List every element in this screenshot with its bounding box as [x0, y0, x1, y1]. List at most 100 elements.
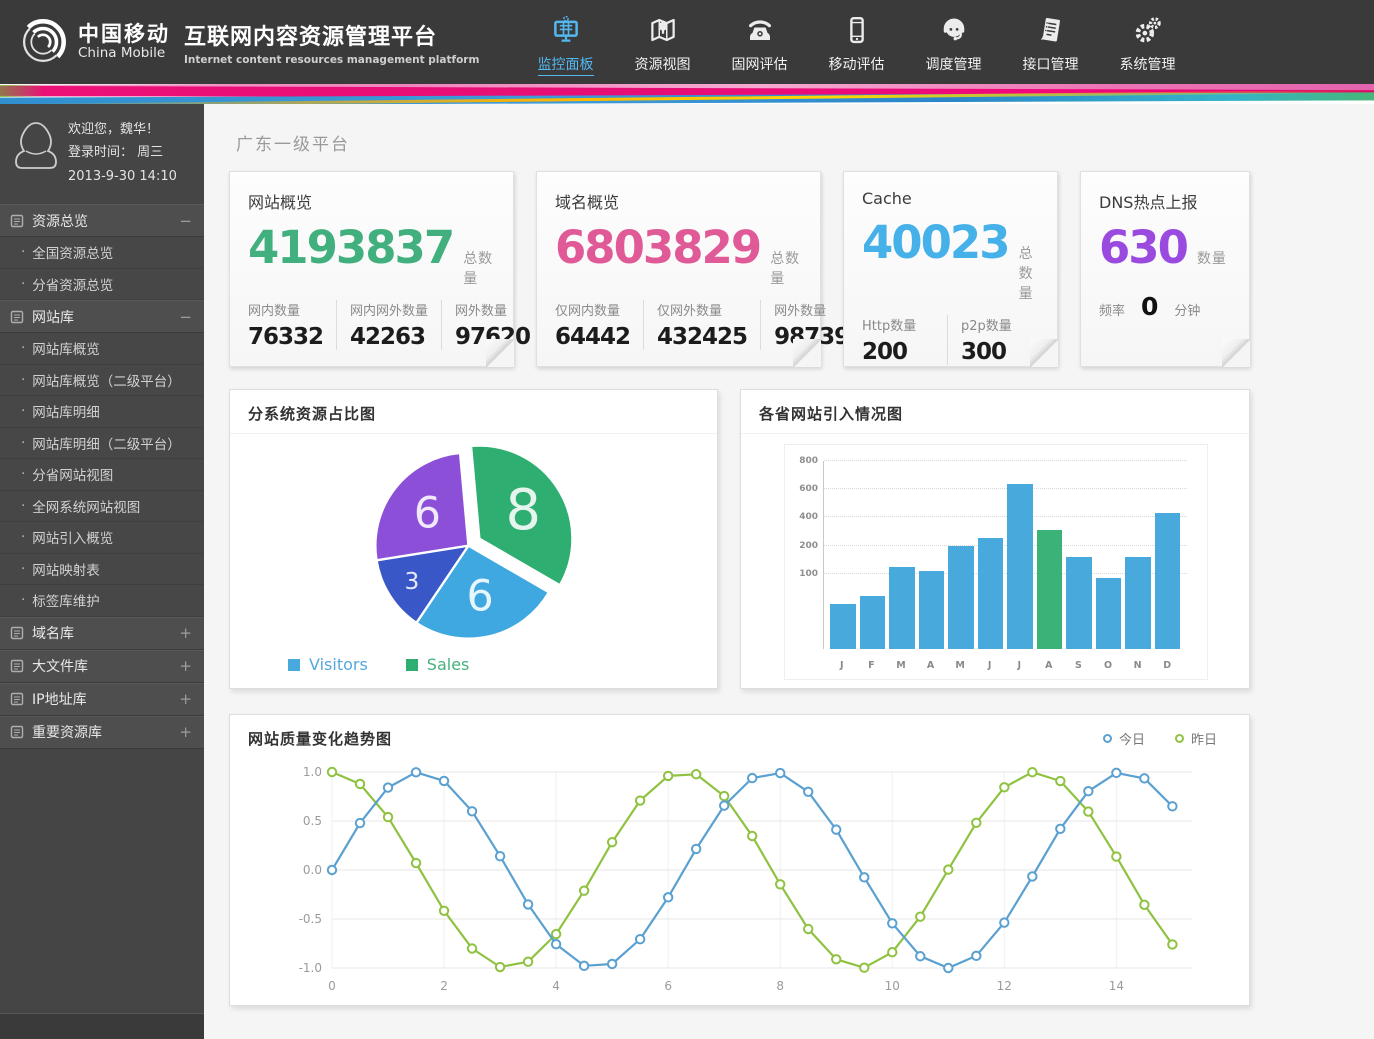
sidebar-item-label: 网站库明细（二级平台） — [32, 433, 181, 453]
expand-icon: + — [179, 690, 192, 708]
stat-card-domain: 域名概览 6803829 总数量 仅网内数量 64442 仅网外数量 43242… — [536, 171, 821, 367]
panel-title: 各省网站引入情况图 — [759, 403, 903, 424]
product-title-block: 互联网内容资源管理平台 Internet content resources m… — [184, 19, 479, 66]
card-title: 网站概览 — [248, 189, 495, 213]
y-tick-label: -1.0 — [299, 961, 322, 975]
sidebar-item[interactable]: ·网站库概览（二级平台） — [0, 365, 204, 397]
gears-icon — [1099, 15, 1196, 47]
sidebar-item[interactable]: ·网站库明细 — [0, 396, 204, 428]
legend-item-昨日[interactable]: 昨日 — [1175, 729, 1217, 748]
data-point — [356, 780, 364, 788]
nav-label: 资源视图 — [635, 54, 691, 74]
sidebar-menu: 资源总览−·全国资源总览·分省资源总览网站库−·网站库概览·网站库概览（二级平台… — [0, 204, 204, 749]
stat-card-cache: Cache 40023 总数量 Http数量 200 p2p数量 300 — [843, 171, 1058, 367]
y-tick-label: 800 — [790, 456, 818, 466]
bars-group — [825, 461, 1185, 649]
data-point — [972, 952, 980, 960]
data-point — [636, 796, 644, 804]
x-tick-label: J — [1006, 660, 1032, 671]
card-total-value: 40023 — [862, 216, 1009, 269]
sidebar-item[interactable]: ·网站库明细（二级平台） — [0, 428, 204, 460]
sidebar-item[interactable]: ·网站引入概览 — [0, 522, 204, 554]
avatar-icon — [12, 118, 60, 170]
dashboard-icon — [517, 15, 614, 47]
data-point — [1140, 901, 1148, 909]
data-point — [328, 768, 336, 776]
sidebar-section-label: 重要资源库 — [32, 722, 102, 742]
sidebar-item[interactable]: ·网站映射表 — [0, 554, 204, 586]
data-point — [468, 944, 476, 952]
data-point — [356, 819, 364, 827]
sidebar-section-domain-library[interactable]: 域名库+ — [0, 617, 204, 650]
bar-plot: 800600400200100 — [823, 461, 1187, 649]
freq-label: 频率 — [1099, 300, 1125, 319]
expand-icon: + — [179, 657, 192, 675]
nav-item-dispatch[interactable]: 调度管理 — [905, 9, 1002, 76]
brand-name-en: China Mobile — [78, 46, 170, 61]
stat-intra-extra: 网内网外数量 42263 — [350, 300, 442, 350]
sidebar-section-website-library[interactable]: 网站库− — [0, 300, 204, 333]
legend-item-今日[interactable]: 今日 — [1103, 729, 1145, 748]
nav-item-mobile-eval[interactable]: 移动评估 — [808, 9, 905, 76]
bullet: · — [21, 340, 25, 356]
y-tick-label: 200 — [790, 541, 818, 551]
data-point — [748, 774, 756, 782]
card-total-label: 数量 — [1197, 248, 1227, 268]
folded-corner — [793, 339, 821, 367]
data-point — [552, 940, 560, 948]
sidebar-section-key-resource[interactable]: 重要资源库 + — [0, 716, 204, 749]
stat-only-intranet: 仅网内数量 64442 — [555, 300, 644, 350]
trend-chart-svg: 024681012141.00.50.0-0.5-1.0 — [272, 764, 1212, 998]
data-point — [412, 859, 420, 867]
data-point — [412, 768, 420, 776]
user-login-label: 登录时间： 周三 — [68, 141, 177, 164]
y-tick-label: -0.5 — [299, 912, 322, 926]
x-tick-label: D — [1154, 660, 1180, 671]
panel-title: 网站质量变化趋势图 — [248, 728, 392, 749]
x-tick-label: F — [859, 660, 885, 671]
y-tick-label: 600 — [790, 484, 818, 494]
sidebar-item[interactable]: ·全国资源总览 — [0, 237, 204, 269]
data-point — [888, 948, 896, 956]
bullet: · — [21, 372, 25, 388]
user-info: 欢迎您，魏华！ 登录时间： 周三 2013-9-30 14:10 — [0, 104, 204, 204]
bullet: · — [21, 403, 25, 419]
sidebar-item-label: 标签库维护 — [32, 590, 100, 610]
legend-item-sales[interactable]: Sales — [406, 655, 470, 674]
sidebar-item[interactable]: ·全网系统网站视图 — [0, 491, 204, 523]
sidebar-item-label: 分省资源总览 — [32, 274, 113, 294]
sidebar-item[interactable]: ·分省资源总览 — [0, 269, 204, 301]
legend-item-visitors[interactable]: Visitors — [288, 655, 368, 674]
data-point — [552, 930, 560, 938]
doc-icon — [10, 626, 24, 640]
user-welcome: 欢迎您，魏华！ — [68, 118, 177, 141]
expand-icon: + — [179, 723, 192, 741]
sidebar-section-label: 资源总览 — [32, 211, 88, 231]
nav-item-resource-view[interactable]: 资源视图 — [614, 9, 711, 76]
data-point — [524, 958, 532, 966]
sidebar-section-bigfile-library[interactable]: 大文件库+ — [0, 650, 204, 683]
nav-item-fixed-eval[interactable]: 固网评估 — [711, 9, 808, 76]
data-point — [580, 886, 588, 894]
sidebar-section-resource-overview[interactable]: 资源总览 − — [0, 204, 204, 237]
data-point — [720, 792, 728, 800]
pie-slice-value: 8 — [505, 478, 541, 543]
data-point — [496, 852, 504, 860]
data-point — [1168, 802, 1176, 810]
sidebar-item[interactable]: ·网站库概览 — [0, 333, 204, 365]
nav-item-dashboard[interactable]: 监控面板 — [517, 9, 614, 76]
sidebar-section-ip-library[interactable]: IP地址库+ — [0, 683, 204, 716]
app-header: 中国移动 China Mobile 互联网内容资源管理平台 Internet c… — [0, 0, 1374, 84]
sidebar-item[interactable]: ·分省网站视图 — [0, 459, 204, 491]
data-point — [664, 772, 672, 780]
bullet: · — [21, 529, 25, 545]
freq-value: 0 — [1141, 292, 1158, 321]
nav-item-system[interactable]: 系统管理 — [1099, 9, 1196, 76]
legend-marker — [1175, 734, 1184, 743]
sidebar-item[interactable]: ·标签库维护 — [0, 585, 204, 617]
nav-item-interface[interactable]: 接口管理 — [1002, 9, 1099, 76]
x-tick-label: A — [1036, 660, 1062, 671]
data-point — [748, 832, 756, 840]
data-point — [860, 873, 868, 881]
collapse-icon: − — [179, 212, 192, 230]
